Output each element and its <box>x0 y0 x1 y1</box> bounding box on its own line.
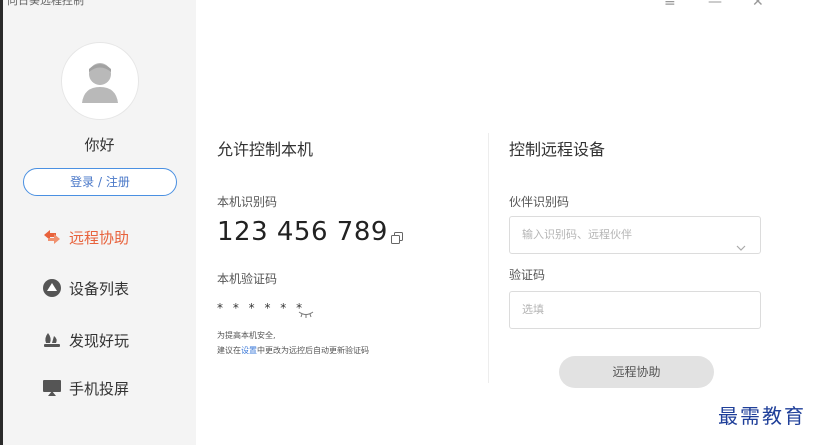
sidebar-item-remote-assist[interactable]: 远程协助 <box>41 223 129 251</box>
section-divider <box>488 133 489 383</box>
security-note-line1: 为提高本机安全, <box>217 331 276 340</box>
local-code-value: * * * * * * <box>217 301 306 315</box>
remote-assist-icon <box>41 226 63 248</box>
greeting-text: 你好 <box>84 136 115 154</box>
local-code-label: 本机验证码 <box>217 272 278 286</box>
partner-id-input[interactable]: 输入识别码、远程伙伴 <box>509 216 761 254</box>
note-suffix: 中更改为远控后自动更新验证码 <box>257 346 369 355</box>
watermark: 最需教育 <box>718 404 806 428</box>
remote-section-title: 控制远程设备 <box>509 140 606 159</box>
chevron-down-icon[interactable] <box>736 231 746 267</box>
partner-id-label: 伙伴识别码 <box>509 195 570 209</box>
partner-id-placeholder: 输入识别码、远程伙伴 <box>522 228 632 241</box>
verify-code-label: 验证码 <box>509 268 546 282</box>
close-button[interactable]: ✕ <box>752 0 764 10</box>
security-note-line2: 建议在设置中更改为远控后自动更新验证码 <box>217 345 369 356</box>
menu-button[interactable]: ≡ <box>664 0 676 10</box>
login-register-button[interactable]: 登录 / 注册 <box>23 168 177 196</box>
avatar[interactable] <box>61 42 139 120</box>
sidebar-item-screen-cast[interactable]: 手机投屏 <box>41 374 129 402</box>
discover-icon <box>41 329 63 351</box>
app-title: 向日葵远程控制 <box>7 0 84 7</box>
sidebar-item-label: 远程协助 <box>69 228 130 247</box>
device-list-icon <box>41 277 63 299</box>
minimize-button[interactable]: — <box>708 0 722 10</box>
remote-assist-button[interactable]: 远程协助 <box>559 356 714 388</box>
note-prefix: 建议在 <box>217 346 241 355</box>
eye-closed-icon[interactable] <box>298 303 314 322</box>
verify-code-input[interactable]: 选填 <box>509 291 761 329</box>
user-avatar-icon <box>82 63 118 103</box>
verify-code-placeholder: 选填 <box>522 303 544 316</box>
sidebar-item-discover[interactable]: 发现好玩 <box>41 326 129 354</box>
sidebar-item-label: 发现好玩 <box>69 331 130 350</box>
local-section-title: 允许控制本机 <box>217 140 314 159</box>
screen-cast-icon <box>41 377 63 399</box>
settings-link[interactable]: 设置 <box>241 346 257 355</box>
app-window: 向日葵远程控制 你好 登录 / 注册 远程协助 设备列表 发现好玩 手机投屏 ≡… <box>0 0 840 445</box>
sidebar: 向日葵远程控制 你好 登录 / 注册 远程协助 设备列表 发现好玩 手机投屏 <box>3 0 196 445</box>
sidebar-item-device-list[interactable]: 设备列表 <box>41 274 129 302</box>
copy-icon[interactable] <box>391 229 403 248</box>
local-id-label: 本机识别码 <box>217 195 278 209</box>
local-id-value: 123 456 789 <box>217 217 388 247</box>
sidebar-item-label: 手机投屏 <box>69 379 130 398</box>
sidebar-item-label: 设备列表 <box>69 279 130 298</box>
